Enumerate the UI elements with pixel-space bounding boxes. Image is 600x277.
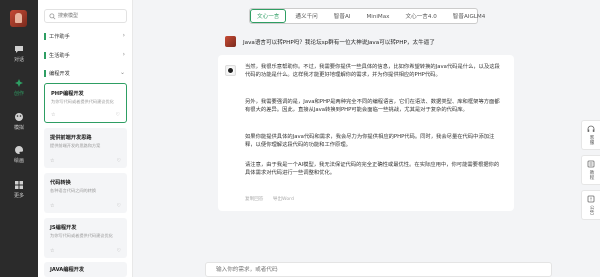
category-life[interactable]: 生活助手 › [44, 50, 127, 62]
tab-minimax[interactable]: MiniMax [359, 9, 396, 23]
answer-paragraph: 当然，我很乐意帮助你。不过，我需要你提供一些具体的信息，比如你希望转换的Java… [245, 64, 500, 79]
model-card-php[interactable]: PHP编程开发 为你写代码或者提供代码建议优化 ☆ ♡ [44, 83, 127, 123]
category-marker [44, 52, 46, 59]
float-tutorial[interactable]: 教程 [581, 155, 600, 186]
category-programming[interactable]: 编程开发 ⌄ [44, 68, 127, 80]
question-text: Java语言可以转PHP吗？我论坛sp群有一位大神说Java可以转PHP，太牛逼… [243, 40, 435, 46]
chevron-down-icon: ⌄ [119, 69, 125, 76]
assistant-message: 当然，我很乐意帮助你。不过，我需要你提供一些具体的信息，比如你希望转换的Java… [218, 55, 514, 211]
heart-icon[interactable]: ♡ [117, 158, 121, 164]
category-work[interactable]: 工作助手 › [44, 31, 127, 43]
chevron-right-icon: › [122, 32, 125, 39]
float-notice[interactable]: 公告 [581, 190, 600, 221]
create-icon [15, 79, 23, 87]
chevron-right-icon: › [122, 51, 125, 58]
card-desc: 各种语言代码之间的转换 [50, 188, 97, 193]
tab-zhipu[interactable]: 智普AI [327, 9, 358, 23]
assistant-avatar [225, 65, 236, 76]
float-service[interactable]: 客服 [581, 120, 600, 151]
nav-item-create[interactable]: 创作 [0, 78, 38, 97]
tutorial-icon [587, 160, 595, 168]
star-icon[interactable]: ☆ [50, 203, 54, 209]
tab-tongyi[interactable]: 通义千问 [288, 9, 324, 23]
nav-item-label: 模拟 [13, 125, 24, 131]
tab-zhipu-glm4[interactable]: 智普AIGLM4 [446, 9, 493, 23]
float-label: 公告 [589, 205, 594, 216]
card-desc: 为你写代码或者提供代码建议优化 [50, 233, 113, 238]
prompt-box[interactable] [205, 262, 552, 277]
model-tabs: 文心一言 通义千问 智普AI MiniMax 文心一言4.0 智普AIGLM4 [250, 9, 492, 23]
user-avatar [225, 36, 236, 47]
nav-item-more[interactable]: 更多 [0, 180, 38, 199]
tab-wenxin4[interactable]: 文心一言4.0 [399, 9, 444, 23]
user-message: Java语言可以转PHP吗？我论坛sp群有一位大神说Java可以转PHP，太牛逼… [225, 36, 555, 50]
paint-icon [15, 146, 24, 154]
model-card-java[interactable]: JAVA编程开发 [44, 262, 127, 277]
card-title: 代码转换 [50, 180, 71, 186]
nav-item-label: 更多 [13, 193, 24, 199]
star-icon[interactable]: ☆ [50, 158, 54, 164]
card-title: 提供前端开发思路 [50, 135, 92, 141]
nav-item-simulate[interactable]: 模拟 [0, 112, 38, 131]
heart-icon[interactable]: ♡ [117, 248, 121, 254]
float-label: 客服 [589, 135, 594, 146]
model-card-convert[interactable]: 代码转换 各种语言代码之间的转换 ☆ ♡ [44, 173, 127, 213]
export-word-button[interactable]: 导出Word [273, 197, 294, 202]
card-title: JS编程开发 [50, 225, 77, 231]
card-title: JAVA编程开发 [50, 267, 85, 273]
card-desc: 提供前端开发的思路和方案 [50, 143, 101, 148]
model-card-frontend[interactable]: 提供前端开发思路 提供前端开发的思路和方案 ☆ ♡ [44, 128, 127, 168]
answer-actions: 复制回答 导出Word [245, 196, 302, 202]
answer-paragraph: 如果你能提供具体的Java代码和需求，我会尽力为你提供相应的PHP代码。同时，我… [245, 134, 495, 149]
search-box[interactable] [44, 9, 127, 23]
tab-wenxin[interactable]: 文心一言 [250, 9, 287, 23]
notice-icon [587, 195, 595, 203]
answer-paragraph: 另外，我需要强调的是，Java和PHP是两种完全不同的编程语言，它们在语法、数据… [245, 99, 500, 114]
prompt-input[interactable] [216, 265, 536, 275]
heart-icon[interactable]: ♡ [116, 112, 120, 118]
nav-item-label: 创作 [13, 91, 24, 97]
category-marker [44, 33, 46, 40]
nav-rail: 对话 创作 模拟 绘画 更多 [0, 0, 38, 277]
float-label: 教程 [589, 170, 594, 181]
nav-item-paint[interactable]: 绘画 [0, 145, 38, 164]
simulate-icon [15, 113, 23, 121]
nav-item-label: 绘画 [13, 158, 24, 164]
nav-item-label: 对话 [13, 57, 24, 63]
user-avatar[interactable] [10, 10, 27, 27]
category-label: 生活助手 [49, 53, 70, 59]
model-panel: 工作助手 › 生活助手 › 编程开发 ⌄ PHP编程开发 为你写代码或者提供代码… [38, 0, 133, 277]
star-icon[interactable]: ☆ [51, 112, 55, 118]
card-desc: 为你写代码或者提供代码建议优化 [51, 99, 114, 104]
category-marker [44, 70, 46, 77]
model-card-js[interactable]: JS编程开发 为你写代码或者提供代码建议优化 ☆ ♡ [44, 218, 127, 258]
more-icon [15, 181, 23, 189]
search-icon [49, 13, 56, 20]
category-label: 工作助手 [49, 34, 70, 40]
search-input[interactable] [58, 11, 124, 21]
copy-answer-button[interactable]: 复制回答 [245, 197, 263, 202]
chat-icon [15, 46, 23, 53]
answer-paragraph: 请注意，由于我是一个AI模型，我无法保证代码的完全正确性或最优性。在实际应用中，… [245, 162, 500, 177]
category-label: 编程开发 [49, 71, 70, 77]
nav-item-chat[interactable]: 对话 [0, 44, 38, 63]
star-icon[interactable]: ☆ [50, 248, 54, 254]
service-icon [587, 125, 595, 132]
heart-icon[interactable]: ♡ [117, 203, 121, 209]
card-title: PHP编程开发 [51, 91, 84, 97]
